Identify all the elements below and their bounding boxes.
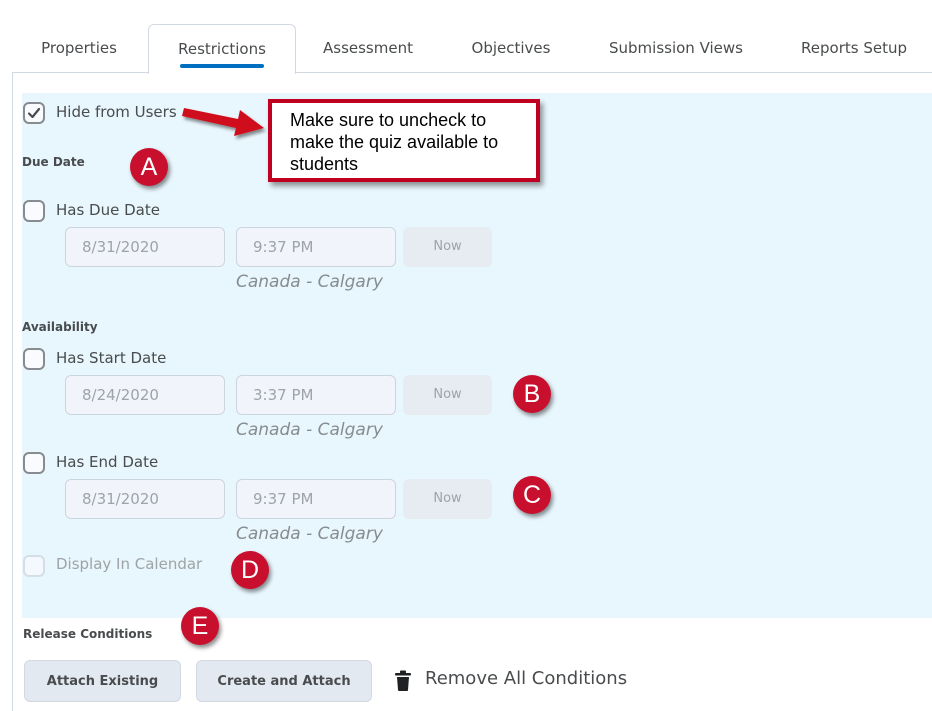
end-now-button[interactable]: Now bbox=[403, 479, 492, 519]
end-time-input[interactable]: 9:37 PM bbox=[236, 479, 396, 519]
tab-assessment[interactable]: Assessment bbox=[302, 24, 434, 72]
due-now-button[interactable]: Now bbox=[403, 227, 492, 267]
content-border bbox=[12, 72, 13, 711]
due-timezone: Canada - Calgary bbox=[236, 272, 383, 292]
marker-e: E bbox=[181, 607, 219, 645]
red-arrow-icon bbox=[182, 108, 264, 136]
remove-all-conditions-label: Remove All Conditions bbox=[425, 668, 628, 689]
release-conditions-heading: Release Conditions bbox=[23, 627, 153, 641]
marker-b: B bbox=[513, 375, 551, 413]
marker-d: D bbox=[231, 551, 269, 589]
checkmark-icon bbox=[27, 107, 41, 119]
create-and-attach-button[interactable]: Create and Attach bbox=[196, 660, 372, 702]
display-in-calendar-label: Display In Calendar bbox=[56, 555, 203, 573]
active-tab-indicator bbox=[180, 64, 264, 68]
start-timezone: Canada - Calgary bbox=[236, 420, 383, 440]
has-due-date-checkbox[interactable] bbox=[23, 200, 45, 222]
has-end-date-label: Has End Date bbox=[56, 453, 159, 471]
tab-submission-views[interactable]: Submission Views bbox=[584, 24, 768, 72]
marker-a: A bbox=[130, 148, 168, 186]
hide-from-users-checkbox[interactable] bbox=[23, 102, 45, 124]
start-date-input[interactable]: 8/24/2020 bbox=[65, 375, 225, 415]
callout-note: Make sure to uncheck to make the quiz av… bbox=[268, 99, 540, 182]
end-timezone: Canada - Calgary bbox=[236, 524, 383, 544]
tab-properties[interactable]: Properties bbox=[20, 24, 138, 72]
tab-objectives[interactable]: Objectives bbox=[440, 24, 582, 72]
display-in-calendar-checkbox[interactable] bbox=[23, 555, 45, 577]
attach-existing-button[interactable]: Attach Existing bbox=[24, 660, 181, 702]
callout-text: Make sure to uncheck to make the quiz av… bbox=[290, 110, 499, 174]
end-date-input[interactable]: 8/31/2020 bbox=[65, 479, 225, 519]
has-due-date-label: Has Due Date bbox=[56, 201, 160, 219]
start-now-button[interactable]: Now bbox=[403, 375, 492, 415]
has-end-date-checkbox[interactable] bbox=[23, 452, 45, 474]
trash-icon bbox=[395, 670, 411, 691]
due-time-input[interactable]: 9:37 PM bbox=[236, 227, 396, 267]
tab-bar: Properties Restrictions Assessment Objec… bbox=[0, 0, 932, 74]
tab-reports-setup[interactable]: Reports Setup bbox=[776, 24, 932, 72]
due-date-input[interactable]: 8/31/2020 bbox=[65, 227, 225, 267]
marker-c: C bbox=[513, 476, 551, 514]
has-start-date-checkbox[interactable] bbox=[23, 348, 45, 370]
hide-from-users-label: Hide from Users bbox=[56, 103, 177, 121]
tab-restrictions-label: Restrictions bbox=[178, 40, 266, 58]
due-date-heading: Due Date bbox=[22, 155, 85, 169]
start-time-input[interactable]: 3:37 PM bbox=[236, 375, 396, 415]
tab-restrictions[interactable]: Restrictions bbox=[148, 24, 296, 74]
availability-heading: Availability bbox=[22, 320, 98, 334]
has-start-date-label: Has Start Date bbox=[56, 349, 167, 367]
